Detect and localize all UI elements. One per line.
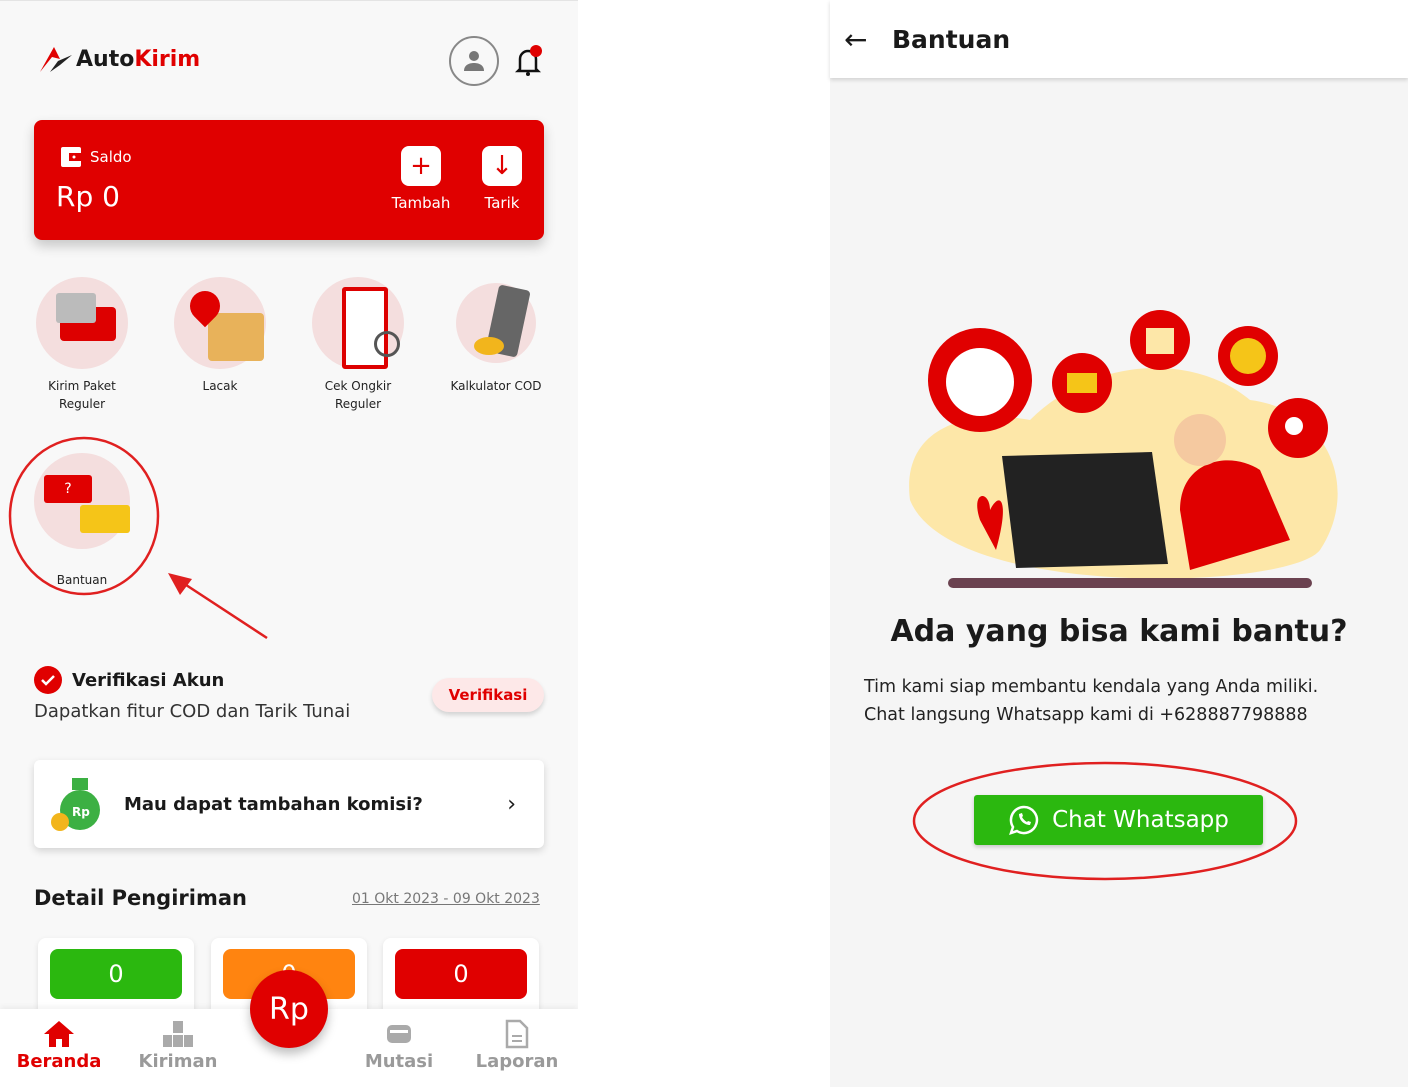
chevron-right-icon: › bbox=[507, 791, 516, 817]
nav-label: Laporan bbox=[475, 1051, 559, 1072]
notification-button[interactable] bbox=[514, 45, 542, 77]
saldo-card: Saldo Rp 0 + Tambah ↓ Tarik bbox=[34, 120, 544, 240]
bantuan-screen: ← Bantuan Ada yang bisa kami bantu? Tim … bbox=[830, 0, 1408, 1087]
check-circle-icon bbox=[34, 666, 62, 694]
money-bag-icon: Rp bbox=[51, 778, 100, 831]
calculator-coins-icon bbox=[456, 283, 536, 363]
brand-auto: Auto bbox=[76, 46, 135, 72]
date-range-link[interactable]: 01 Okt 2023 - 09 Okt 2023 bbox=[352, 891, 540, 907]
komisi-banner[interactable]: Rp Mau dapat tambahan komisi? › bbox=[34, 760, 544, 848]
back-arrow-icon[interactable]: ← bbox=[844, 23, 878, 56]
verifikasi-title: Verifikasi Akun bbox=[72, 669, 225, 691]
rp-fab-button[interactable]: Rp bbox=[250, 970, 328, 1048]
home-screen: Auto Kirim Saldo Rp 0 + Tambah ↓ Tarik Ki… bbox=[0, 0, 578, 1087]
help-heading: Ada yang bisa kami bantu? bbox=[890, 614, 1348, 649]
app-bar: ← Bantuan bbox=[830, 0, 1408, 78]
saldo-amount: Rp 0 bbox=[56, 180, 120, 213]
user-icon bbox=[464, 51, 484, 71]
nav-beranda[interactable]: Beranda bbox=[4, 1017, 114, 1072]
annotation-ellipse bbox=[912, 761, 1298, 881]
tambah-label: Tambah bbox=[391, 194, 451, 212]
brand-kirim: Kirim bbox=[134, 46, 201, 72]
nav-mutasi[interactable]: Mutasi bbox=[344, 1017, 454, 1072]
count-value: 0 bbox=[395, 949, 527, 999]
menu-kirim-paket[interactable]: Kirim Paket Reguler bbox=[12, 277, 152, 413]
annotation-overlay bbox=[8, 436, 268, 640]
menu-cek-ongkir[interactable]: Cek Ongkir Reguler bbox=[288, 277, 428, 413]
menu-lacak[interactable]: Lacak bbox=[150, 277, 290, 395]
plus-icon: + bbox=[401, 146, 441, 186]
detail-title: Detail Pengiriman bbox=[34, 886, 247, 910]
nav-label: Kiriman bbox=[138, 1051, 218, 1072]
profile-button[interactable] bbox=[449, 36, 499, 86]
annotation-circle bbox=[8, 436, 160, 596]
menu-label: Cek Ongkir Reguler bbox=[324, 379, 392, 411]
truck-icon bbox=[36, 277, 128, 369]
menu-kalkulator-cod[interactable]: Kalkulator COD bbox=[426, 277, 566, 395]
count-value: 0 bbox=[50, 949, 182, 999]
menu-label: Kirim Paket Reguler bbox=[48, 379, 116, 411]
tarik-label: Tarik bbox=[484, 194, 520, 212]
tarik-button[interactable]: ↓ Tarik bbox=[474, 146, 530, 212]
clipboard-search-icon bbox=[312, 277, 404, 369]
menu-label: Lacak bbox=[202, 379, 238, 393]
location-package-icon bbox=[174, 277, 266, 369]
annotation-arrowhead bbox=[168, 573, 192, 595]
komisi-text: Mau dapat tambahan komisi? bbox=[124, 793, 423, 815]
page-title: Bantuan bbox=[892, 24, 1011, 54]
help-text-2: Chat langsung Whatsapp kami di +62888779… bbox=[864, 705, 1308, 725]
boxes-icon bbox=[163, 1021, 193, 1047]
nav-label: Beranda bbox=[16, 1051, 102, 1072]
nav-laporan[interactable]: Laporan bbox=[462, 1017, 572, 1072]
customer-support-illustration bbox=[909, 310, 1338, 588]
bell-icon bbox=[514, 45, 542, 76]
home-icon bbox=[44, 1021, 74, 1047]
help-text-1: Tim kami siap membantu kendala yang Anda… bbox=[864, 677, 1319, 697]
verifikasi-button[interactable]: Verifikasi bbox=[432, 678, 544, 712]
menu-label: Kalkulator COD bbox=[450, 379, 542, 393]
autokirim-logo: Auto Kirim bbox=[38, 45, 200, 73]
verifikasi-desc: Dapatkan fitur COD dan Tarik Tunai bbox=[34, 701, 351, 722]
nav-kiriman[interactable]: Kiriman bbox=[123, 1017, 233, 1072]
wallet-icon bbox=[61, 147, 81, 167]
tambah-button[interactable]: + Tambah bbox=[384, 146, 458, 212]
logo-mark-icon bbox=[40, 47, 72, 72]
svg-text:Rp: Rp bbox=[72, 805, 90, 819]
saldo-label: Saldo bbox=[90, 148, 132, 166]
annotation-arrow-line bbox=[179, 579, 268, 640]
arrow-down-icon: ↓ bbox=[482, 146, 522, 186]
wallet-card-icon bbox=[387, 1025, 411, 1043]
document-icon bbox=[505, 1019, 529, 1049]
fab-label: Rp bbox=[269, 991, 309, 1027]
nav-label: Mutasi bbox=[364, 1051, 434, 1072]
